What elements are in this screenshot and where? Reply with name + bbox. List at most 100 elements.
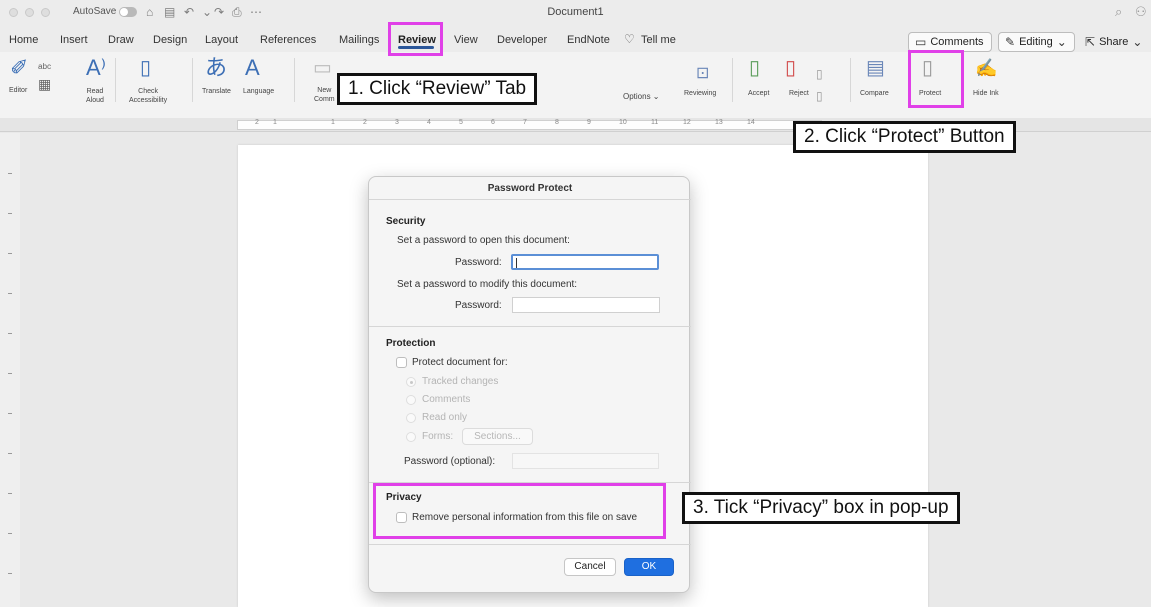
comments-button[interactable]: ▭ Comments [908,32,992,52]
modify-password-input[interactable] [512,297,660,313]
check-accessibility-label: Check Accessibility [129,88,168,104]
ruler-number: 12 [683,119,691,126]
tab-endnote[interactable]: EndNote [567,34,610,46]
accessibility-icon[interactable]: ▯ [140,56,151,80]
ruler-tick [8,333,12,334]
previous-change-icon[interactable]: ▯ [816,62,823,86]
ruler-number: 2 [363,119,367,126]
title-bar: AutoSave ⌂ ▤ ↶ ⌄ ↷ ⎙ ⋯ Document1 ⌕ ⚇ [0,0,1151,26]
ruler-tick [8,253,12,254]
ribbon-divider [294,58,295,102]
tab-design[interactable]: Design [153,34,187,46]
ruler-number: 14 [747,119,755,126]
optional-password-label: Password (optional): [404,456,496,467]
ruler-tick [8,413,12,414]
hide-ink-icon[interactable]: ✍ [975,56,997,80]
ruler-tick [8,173,12,174]
protect-button-highlight [908,50,964,108]
review-tab-highlight [388,22,443,56]
tab-references[interactable]: References [260,34,316,46]
vertical-ruler [0,133,20,607]
tab-mailings[interactable]: Mailings [339,34,379,46]
dialog-title: Password Protect [487,183,573,194]
privacy-section-highlight [373,483,666,539]
new-comment-icon[interactable]: ▭ [313,56,332,80]
ruler-number: 1 [273,119,277,126]
ruler-tick [8,293,12,294]
chevron-down-icon: ⌄ [1056,35,1067,49]
tell-me-search[interactable]: Tell me [641,34,676,46]
read-only-radio[interactable] [406,413,416,423]
tracked-changes-label: Tracked changes [422,376,499,387]
cancel-button[interactable]: Cancel [564,558,616,576]
sections-button[interactable]: Sections... [462,428,533,445]
tab-insert[interactable]: Insert [60,34,88,46]
ribbon-divider [732,58,733,102]
reviewing-label: Reviewing [684,90,717,97]
ruler-number: 13 [715,119,723,126]
tracked-changes-radio[interactable] [406,377,416,387]
forms-label: Forms: [422,431,454,442]
ruler-number: 8 [555,119,559,126]
accept-icon[interactable]: ▯ [749,56,760,80]
text-caret [516,258,517,268]
editing-button[interactable]: ✎ Editing ⌄ [998,32,1075,52]
dialog-divider [369,199,691,200]
tab-draw[interactable]: Draw [108,34,134,46]
editing-label: Editing [1019,36,1053,48]
security-heading: Security [386,216,426,227]
ruler-text-area [237,120,822,130]
comments-option-label: Comments [422,394,471,405]
language-icon[interactable]: A [245,56,260,80]
ruler-number: 4 [427,119,431,126]
dialog-divider [369,544,691,545]
dialog-divider [369,326,691,327]
read-only-label: Read only [422,412,468,423]
optional-password-input[interactable] [512,453,659,469]
editor-label: Editor [9,87,28,94]
hide-ink-label: Hide Ink [973,90,999,97]
ribbon-divider [192,58,193,102]
ruler-number: 1 [331,119,335,126]
ruler-tick [8,493,12,494]
tab-developer[interactable]: Developer [497,34,547,46]
ruler-tick [8,213,12,214]
read-aloud-icon[interactable]: A⁾ [86,56,106,80]
tab-view[interactable]: View [454,34,478,46]
comment-icon: ▭ [915,35,927,49]
editor-icon[interactable]: ✐ [10,56,28,80]
tab-home[interactable]: Home [9,34,38,46]
protection-heading: Protection [386,338,436,349]
translate-icon[interactable]: あ [205,56,227,80]
reject-icon[interactable]: ▯ [785,56,796,80]
comments-radio[interactable] [406,395,416,405]
open-password-label: Set a password to open this document: [397,235,570,246]
ruler-number: 10 [619,119,627,126]
tracking-options-label[interactable]: Options ⌄ [623,92,660,101]
forms-radio[interactable] [406,432,416,442]
word-count-icon[interactable]: ▦ [38,72,51,96]
protect-document-label: Protect document for: [412,357,508,368]
protect-document-checkbox[interactable] [396,357,407,368]
ruler-tick [8,573,12,574]
ruler-number: 11 [651,119,659,126]
account-icon[interactable]: ⚇ [1135,4,1147,20]
share-button[interactable]: ⇱ Share ⌄ [1079,32,1147,52]
step-2-callout: 2. Click “Protect” Button [793,121,1016,153]
search-icon[interactable]: ⌕ [1115,4,1122,20]
compare-label: Compare [860,90,889,97]
lightbulb-icon: ♡ [624,32,635,46]
ribbon-divider [115,58,116,102]
step-1-callout: 1. Click “Review” Tab [337,73,538,105]
ruler-number: 2 [255,119,259,126]
pencil-icon: ✎ [1005,35,1016,49]
compare-icon[interactable]: ▤ [866,56,885,80]
ok-button[interactable]: OK [624,558,674,576]
next-change-icon[interactable]: ▯ [816,84,823,108]
read-aloud-label: Read Aloud [86,88,104,104]
document-title: Document1 [547,6,604,18]
tab-layout[interactable]: Layout [205,34,238,46]
password-label: Password: [455,257,502,268]
reviewing-pane-icon[interactable]: ⊡ [696,62,709,86]
open-password-input[interactable] [511,254,659,270]
